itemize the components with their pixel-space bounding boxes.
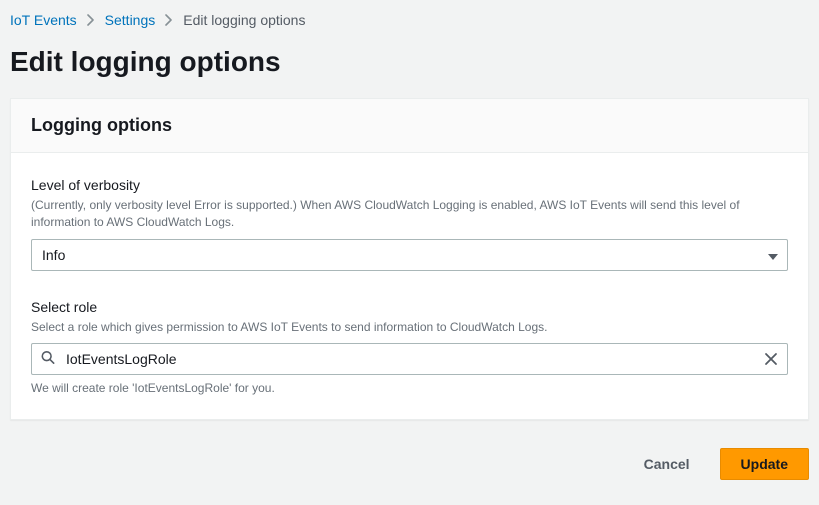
clear-icon[interactable] [762, 350, 780, 368]
page-title: Edit logging options [0, 36, 819, 98]
role-input-wrap [31, 343, 788, 375]
breadcrumb-current: Edit logging options [183, 12, 305, 28]
update-button[interactable]: Update [720, 448, 809, 480]
verbosity-label: Level of verbosity [31, 177, 788, 193]
chevron-right-icon [87, 14, 95, 26]
role-group: Select role Select a role which gives pe… [31, 299, 788, 396]
role-hint: We will create role 'IotEventsLogRole' f… [31, 381, 788, 395]
role-input[interactable] [31, 343, 788, 375]
panel-title: Logging options [31, 115, 788, 136]
role-label: Select role [31, 299, 788, 315]
verbosity-group: Level of verbosity (Currently, only verb… [31, 177, 788, 271]
role-description: Select a role which gives permission to … [31, 319, 788, 336]
verbosity-select-value: Info [31, 239, 788, 271]
verbosity-select[interactable]: Info [31, 239, 788, 271]
logging-options-panel: Logging options Level of verbosity (Curr… [10, 98, 809, 420]
chevron-right-icon [165, 14, 173, 26]
breadcrumb: IoT Events Settings Edit logging options [0, 0, 819, 36]
verbosity-description: (Currently, only verbosity level Error i… [31, 197, 788, 231]
action-bar: Cancel Update [0, 420, 819, 480]
panel-header: Logging options [11, 99, 808, 153]
panel-body: Level of verbosity (Currently, only verb… [11, 153, 808, 419]
breadcrumb-link-settings[interactable]: Settings [105, 12, 156, 28]
cancel-button[interactable]: Cancel [624, 448, 710, 480]
breadcrumb-link-iot-events[interactable]: IoT Events [10, 12, 77, 28]
